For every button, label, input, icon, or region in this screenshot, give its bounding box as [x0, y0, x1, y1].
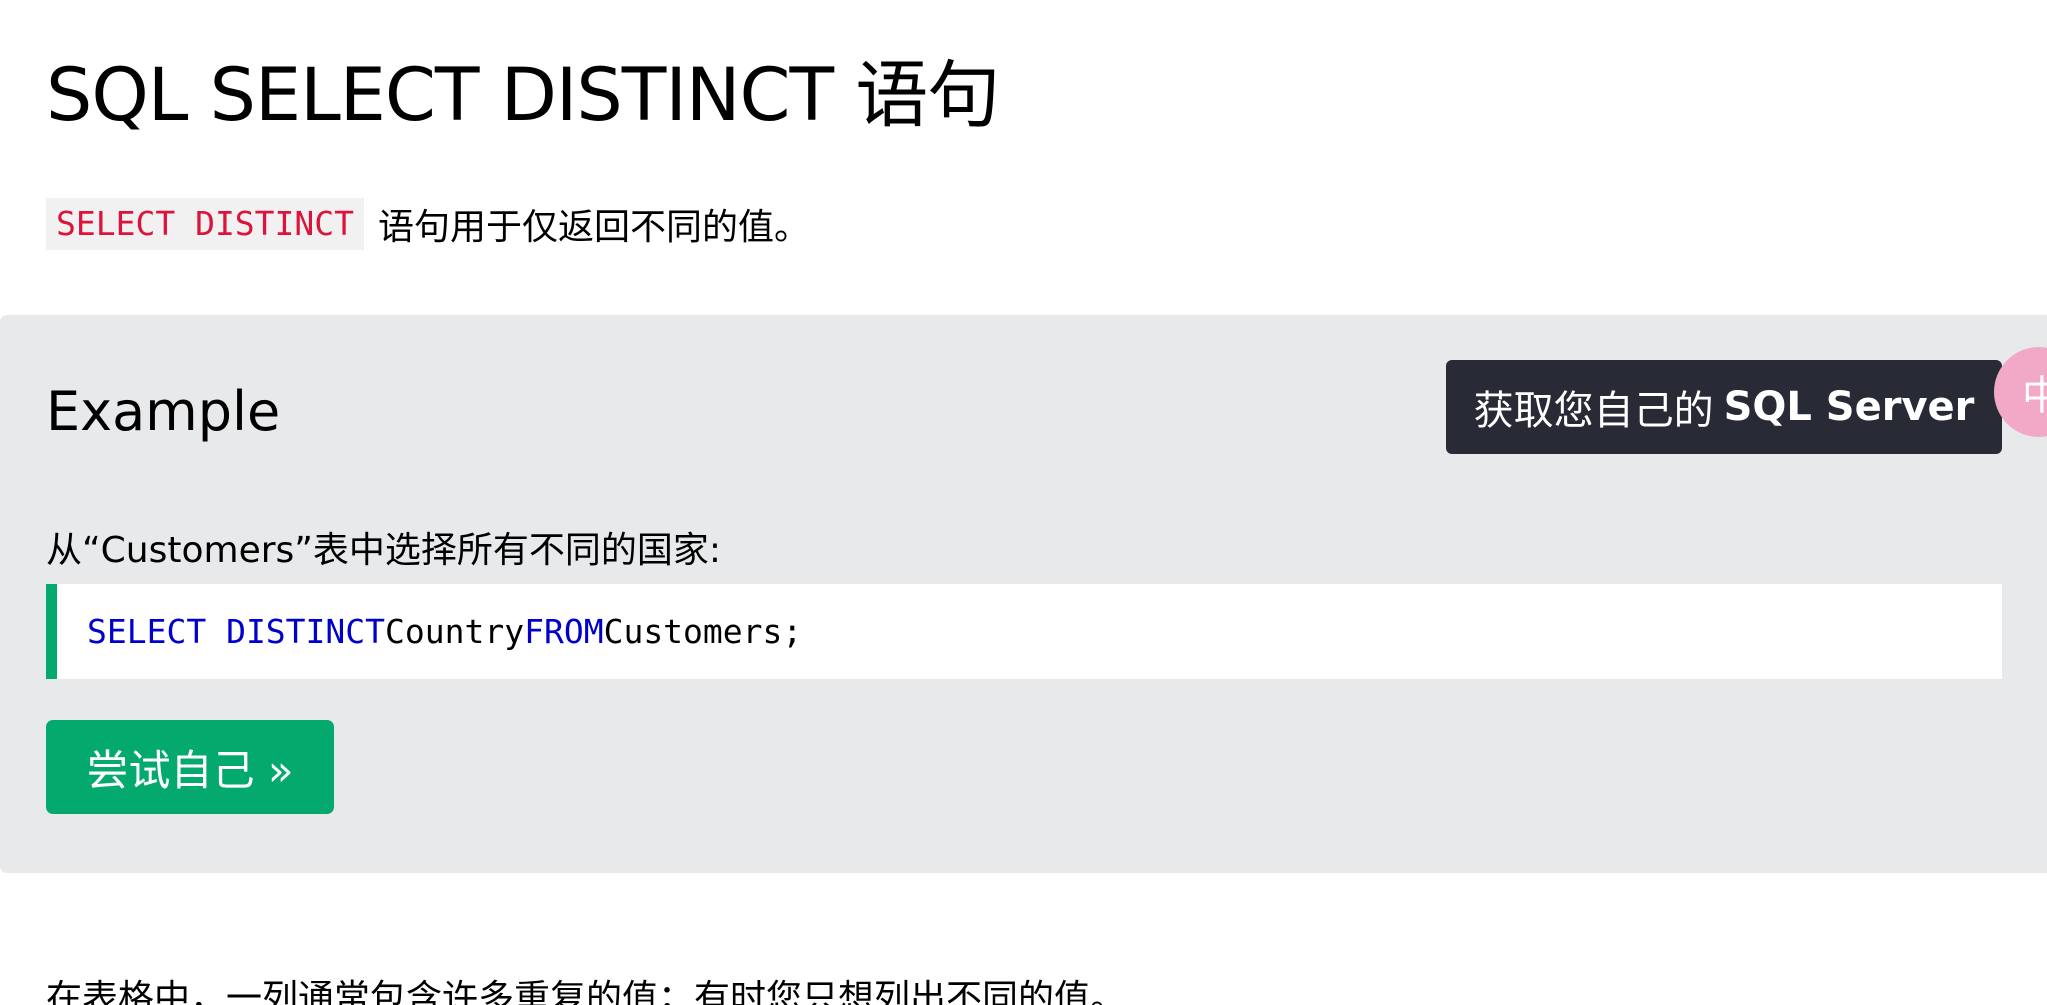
code-keyword-from: FROM — [524, 612, 604, 651]
server-button-label: 获取您自己的 — [1473, 388, 1714, 434]
example-heading: Example — [46, 380, 281, 443]
code-identifier-customers: Customers; — [603, 612, 803, 651]
example-description: 从“Customers”表中选择所有不同的国家: — [46, 530, 722, 571]
code-identifier-country: Country — [385, 612, 525, 651]
page: SQL SELECT DISTINCT 语句 SELECT DISTINCT 语… — [0, 0, 2047, 1005]
page-title: SQL SELECT DISTINCT 语句 — [46, 53, 1000, 138]
try-it-yourself-button[interactable]: 尝试自己 » — [46, 720, 334, 814]
get-sql-server-button[interactable]: 获取您自己的 SQL Server — [1446, 360, 2002, 454]
intro-text: 语句用于仅返回不同的值。 — [378, 207, 811, 248]
inline-code: SELECT DISTINCT — [46, 198, 365, 250]
floating-language-char: 中 — [2022, 373, 2047, 419]
code-block: SELECT DISTINCT Country FROM Customers; — [46, 584, 2002, 679]
bottom-paragraph: 在表格中，一列通常包含许多重复的值；有时您只想列出不同的值。 — [46, 978, 1127, 1005]
code-keyword-select-distinct: SELECT DISTINCT — [87, 612, 386, 651]
intro-paragraph: SELECT DISTINCT 语句用于仅返回不同的值。 — [46, 198, 810, 250]
example-box: Example 获取您自己的 SQL Server 中 从“Customers”… — [0, 315, 2047, 873]
server-button-label-bold: SQL Server — [1723, 384, 1975, 430]
